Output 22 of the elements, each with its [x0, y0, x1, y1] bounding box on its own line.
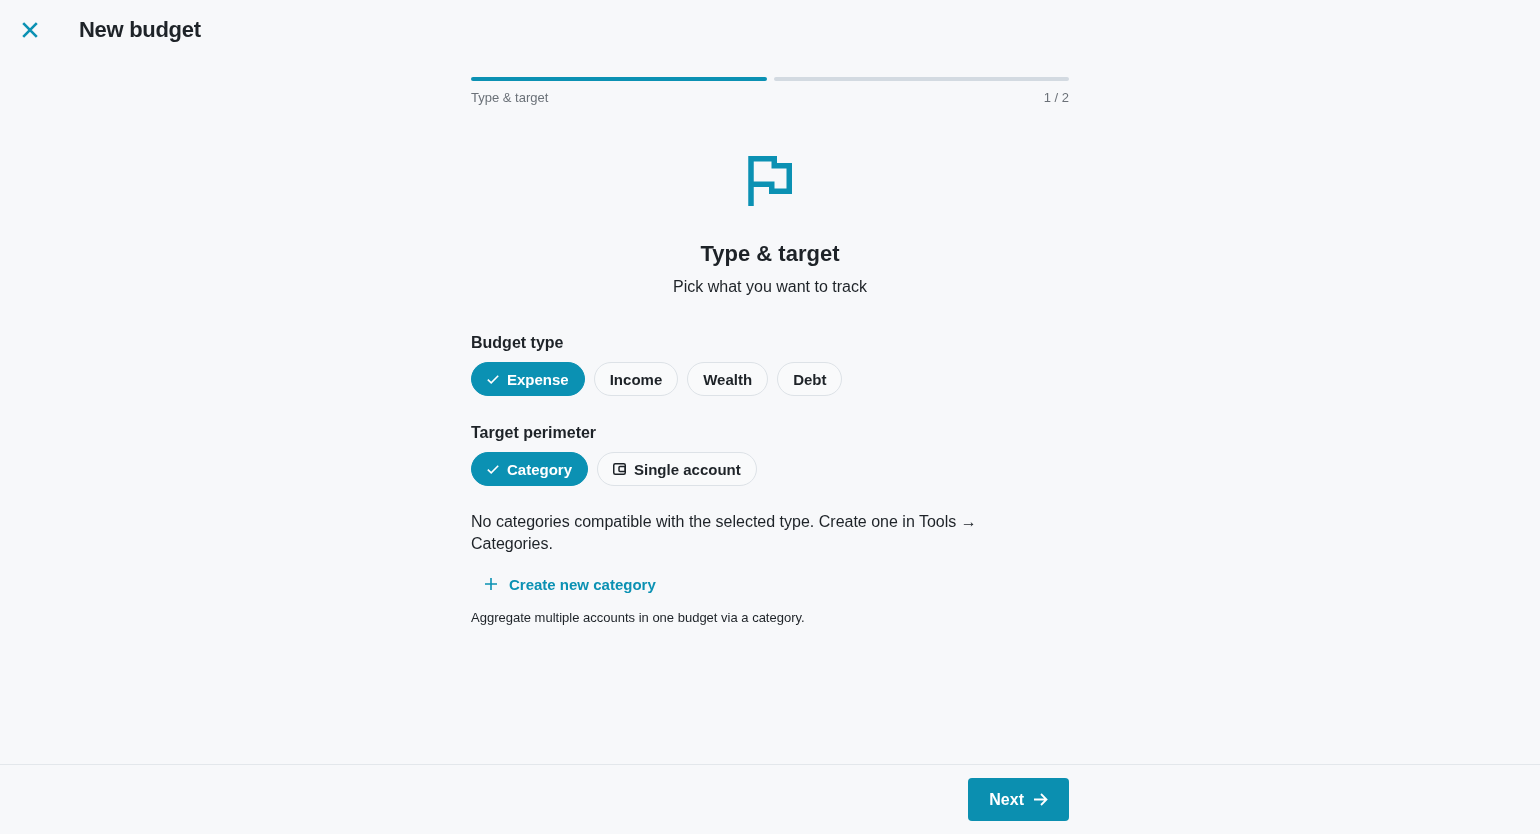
type-chip[interactable]: Income	[593, 362, 679, 396]
type-chip[interactable]: Expense	[471, 362, 585, 396]
close-icon	[22, 22, 38, 38]
field-label: Target perimeter	[471, 423, 598, 443]
step-counter: 1 / 2	[1043, 90, 1069, 106]
page-title: New budget	[79, 17, 201, 43]
check-icon	[487, 464, 499, 474]
perimeter-chip[interactable]: Single account	[597, 452, 757, 486]
field-label: Budget type	[471, 333, 565, 353]
step-title: Type & target	[699, 240, 841, 268]
hint-text: Aggregate multiple accounts in one budget via a category.	[471, 609, 806, 627]
type-chip[interactable]: Debt	[777, 362, 843, 396]
notice-text: No categories compatible with the selected type. Create one in Tools → Categories.	[471, 512, 978, 554]
plus-icon	[485, 578, 497, 590]
check-icon	[487, 374, 499, 384]
step-label: Type & target	[471, 90, 549, 106]
next-button[interactable]: Next	[968, 778, 1069, 821]
step-subtitle: Pick what you want to track	[672, 277, 868, 297]
arrow-right-icon	[1034, 793, 1048, 806]
type-chip[interactable]: Wealth	[687, 362, 769, 396]
wallet-icon	[613, 463, 627, 475]
flag-icon	[748, 156, 792, 206]
